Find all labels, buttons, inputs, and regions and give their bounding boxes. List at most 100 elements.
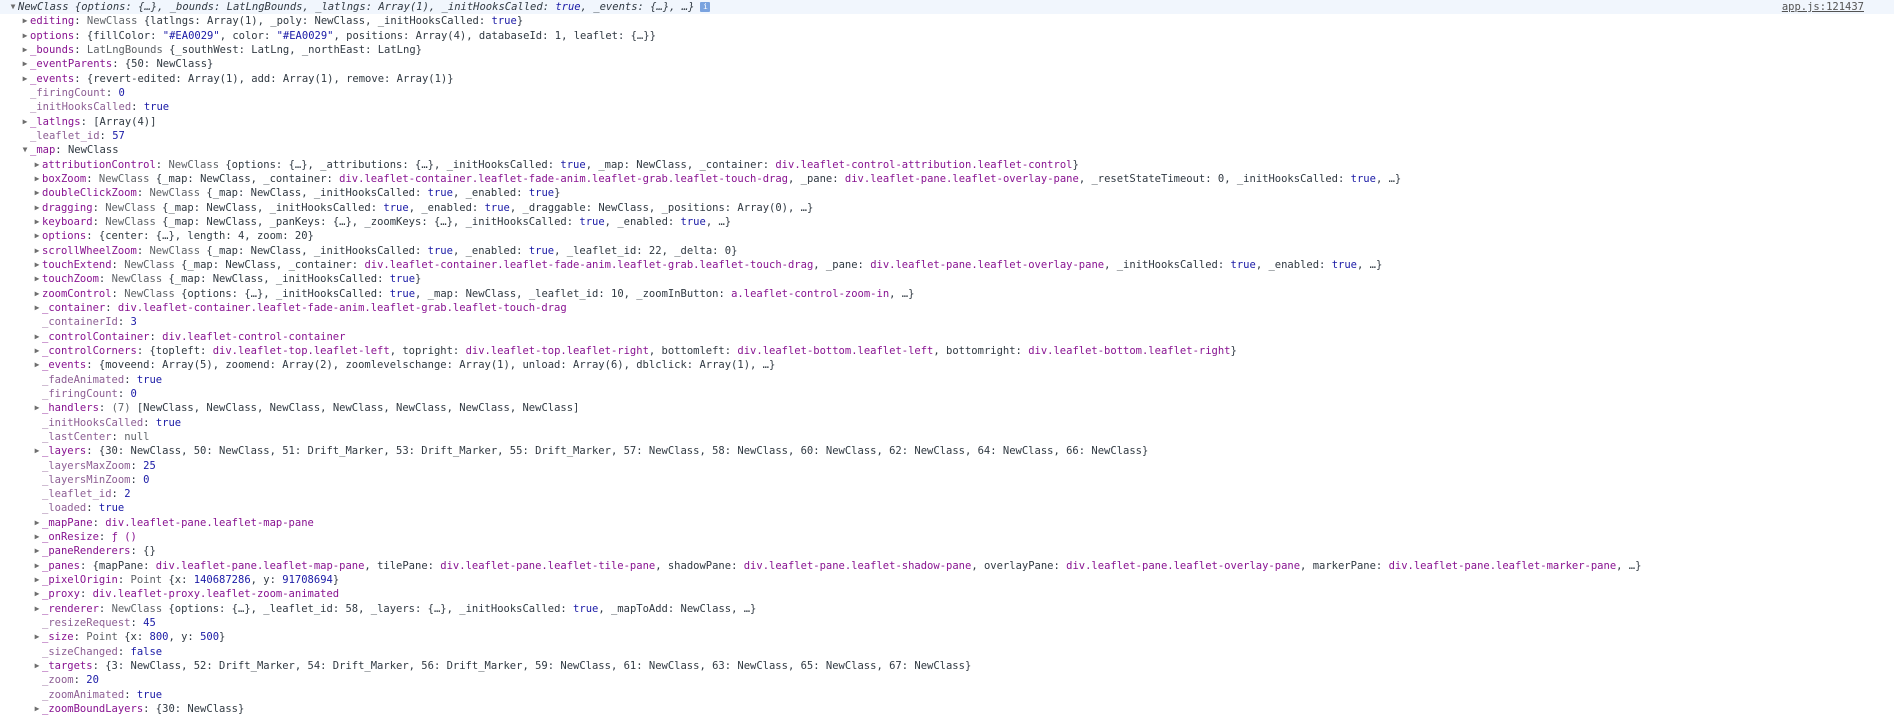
expand-triangle-icon[interactable]: ▶	[32, 602, 42, 616]
property-row[interactable]: ▶ _container: div.leaflet-container.leafl…	[0, 301, 1894, 315]
property-row[interactable]: ▶ attributionControl: NewClass {options: …	[0, 158, 1894, 172]
property-row[interactable]: ▶ touchZoom: NewClass {_map: NewClass, _i…	[0, 272, 1894, 286]
property-row[interactable]: ▶ scrollWheelZoom: NewClass {_map: NewCla…	[0, 244, 1894, 258]
expand-triangle-icon[interactable]: ▶	[20, 72, 30, 86]
expand-triangle-icon[interactable]: ▶	[32, 287, 42, 301]
property-value: :	[117, 387, 131, 400]
expand-triangle-icon[interactable]: ▶	[32, 544, 42, 558]
property-row[interactable]: ▶ editing: NewClass {latlngs: Array(1), _…	[0, 14, 1894, 28]
property-text: _handlers: (7) [NewClass, NewClass, NewC…	[42, 402, 579, 414]
property-row[interactable]: ▶ boxZoom: NewClass {_map: NewClass, _con…	[0, 172, 1894, 186]
expand-triangle-icon[interactable]: ▶	[32, 186, 42, 200]
expand-triangle-icon[interactable]: ▶	[32, 401, 42, 415]
property-value: :	[111, 488, 125, 501]
expand-triangle-icon[interactable]: ▶	[32, 702, 42, 716]
property-row[interactable]: ▶ _onResize: ƒ ()	[0, 530, 1894, 544]
expand-triangle-icon[interactable]: ▶	[32, 172, 42, 186]
property-row: _zoom: 20	[0, 673, 1894, 687]
property-row: _initHooksCalled: true	[0, 416, 1894, 430]
info-icon[interactable]: i	[700, 2, 711, 12]
property-row[interactable]: ▶ _renderer: NewClass {options: {…}, _lea…	[0, 602, 1894, 616]
expand-triangle-icon[interactable]: ▶	[32, 358, 42, 372]
property-row[interactable]: ▶ _latlngs: [Array(4)]	[0, 115, 1894, 129]
property-row: _zoomAnimated: true	[0, 688, 1894, 702]
expand-triangle-icon[interactable]: ▶	[32, 229, 42, 243]
property-key: scrollWheelZoom	[42, 244, 137, 257]
expand-triangle-icon[interactable]: ▶	[20, 115, 30, 129]
expand-triangle-icon[interactable]: ▶	[20, 57, 30, 71]
property-key: _leaflet_id	[30, 129, 100, 142]
property-value: NewClass	[168, 158, 226, 171]
property-row[interactable]: ▶ options: {center: {…}, length: 4, zoom:…	[0, 229, 1894, 243]
property-row[interactable]: ▶ _handlers: (7) [NewClass, NewClass, New…	[0, 401, 1894, 415]
property-value: :	[117, 574, 131, 587]
property-row[interactable]: ▼ _map: NewClass	[0, 143, 1894, 157]
expand-triangle-icon[interactable]: ▶	[32, 559, 42, 573]
property-row: _containerId: 3	[0, 315, 1894, 329]
expand-triangle-icon[interactable]: ▶	[32, 244, 42, 258]
expand-triangle-icon[interactable]: ▶	[32, 258, 42, 272]
expand-triangle-icon[interactable]: ▶	[32, 330, 42, 344]
property-row[interactable]: ▶ keyboard: NewClass {_map: NewClass, _pa…	[0, 215, 1894, 229]
expand-triangle-icon[interactable]: ▶	[20, 14, 30, 28]
expand-triangle-icon[interactable]: ▶	[20, 29, 30, 43]
property-row[interactable]: ▶ _pixelOrigin: Point {x: 140687286, y: 9…	[0, 573, 1894, 587]
property-row[interactable]: ▶ _controlContainer: div.leaflet-control-…	[0, 330, 1894, 344]
expand-triangle-icon[interactable]: ▶	[32, 201, 42, 215]
property-value: 57	[112, 129, 125, 142]
property-row[interactable]: ▶ touchExtend: NewClass {_map: NewClass, …	[0, 258, 1894, 272]
property-text: scrollWheelZoom: NewClass {_map: NewClas…	[42, 245, 737, 257]
expand-triangle-icon[interactable]: ▶	[32, 587, 42, 601]
property-value: , _draggable: NewClass, _positions: Arra…	[509, 201, 814, 214]
property-row[interactable]: ▶ _mapPane: div.leaflet-pane.leaflet-map-…	[0, 516, 1894, 530]
expand-triangle-icon[interactable]: ▶	[20, 43, 30, 57]
property-row: _fadeAnimated: true	[0, 373, 1894, 387]
property-row[interactable]: ▶ _paneRenderers: {}	[0, 544, 1894, 558]
property-key: _initHooksCalled	[42, 416, 144, 429]
property-row[interactable]: ▶ _events: {moveend: Array(5), zoomend: A…	[0, 358, 1894, 372]
property-value: a.leaflet-control-zoom-in	[731, 287, 890, 300]
property-value: , _enabled:	[452, 187, 529, 200]
expand-triangle-icon[interactable]: ▶	[32, 272, 42, 286]
expand-triangle-icon[interactable]: ▶	[32, 630, 42, 644]
expand-triangle-icon[interactable]: ▶	[32, 444, 42, 458]
property-row[interactable]: ▶ options: {fillColor: "#EA0029", color: …	[0, 29, 1894, 43]
expand-triangle-icon[interactable]: ▶	[32, 530, 42, 544]
property-row[interactable]: ▶ _controlCorners: {topleft: div.leaflet-…	[0, 344, 1894, 358]
property-value: , _mapToAdd: NewClass, …}	[598, 602, 757, 615]
property-row[interactable]: ▶ _bounds: LatLngBounds {_southWest: LatL…	[0, 43, 1894, 57]
property-row[interactable]: ▶ _layers: {30: NewClass, 50: NewClass, 5…	[0, 444, 1894, 458]
expand-triangle-icon[interactable]: ▶	[32, 573, 42, 587]
property-value: :	[74, 43, 87, 56]
property-value: }	[554, 187, 561, 200]
expand-triangle-icon[interactable]: ▶	[32, 301, 42, 315]
property-key: options	[30, 29, 75, 42]
console-log-entry[interactable]: ▼ NewClass {options: {…}, _bounds: LatLng…	[0, 0, 1894, 15]
source-link[interactable]: app.js:121437	[1782, 0, 1864, 14]
expand-triangle-icon[interactable]: ▶	[32, 215, 42, 229]
property-value: {_map: NewClass, _initHooksCalled:	[162, 201, 384, 214]
collapse-triangle-icon[interactable]: ▼	[20, 143, 30, 157]
expand-triangle-icon[interactable]: ▶	[32, 659, 42, 673]
property-row[interactable]: ▶ _panes: {mapPane: div.leaflet-pane.leaf…	[0, 559, 1894, 573]
property-value: :	[86, 502, 99, 515]
collapse-triangle-icon[interactable]: ▼	[8, 0, 18, 14]
property-row[interactable]: ▶ _size: Point {x: 800, y: 500}	[0, 630, 1894, 644]
property-value: {options: {…}, _initHooksCalled:	[181, 287, 390, 300]
property-row[interactable]: ▶ doubleClickZoom: NewClass {_map: NewCla…	[0, 186, 1894, 200]
property-row[interactable]: ▶ _events: {revert-edited: Array(1), add:…	[0, 72, 1894, 86]
property-row[interactable]: ▶ dragging: NewClass {_map: NewClass, _in…	[0, 201, 1894, 215]
property-row[interactable]: ▶ zoomControl: NewClass {options: {…}, _i…	[0, 287, 1894, 301]
property-row[interactable]: ▶ _eventParents: {50: NewClass}	[0, 57, 1894, 71]
expand-triangle-icon[interactable]: ▶	[32, 158, 42, 172]
property-value: :	[92, 201, 106, 214]
property-value: , …}	[1356, 258, 1383, 271]
property-row[interactable]: ▶ _zoomBoundLayers: {30: NewClass}	[0, 702, 1894, 716]
expand-triangle-icon[interactable]: ▶	[32, 516, 42, 530]
property-row: _lastCenter: null	[0, 430, 1894, 444]
property-text: keyboard: NewClass {_map: NewClass, _pan…	[42, 216, 731, 228]
property-value: , _pane:	[788, 172, 845, 185]
property-row[interactable]: ▶ _targets: {3: NewClass, 52: Drift_Marke…	[0, 659, 1894, 673]
expand-triangle-icon[interactable]: ▶	[32, 344, 42, 358]
property-row[interactable]: ▶ _proxy: div.leaflet-proxy.leaflet-zoom-…	[0, 587, 1894, 601]
